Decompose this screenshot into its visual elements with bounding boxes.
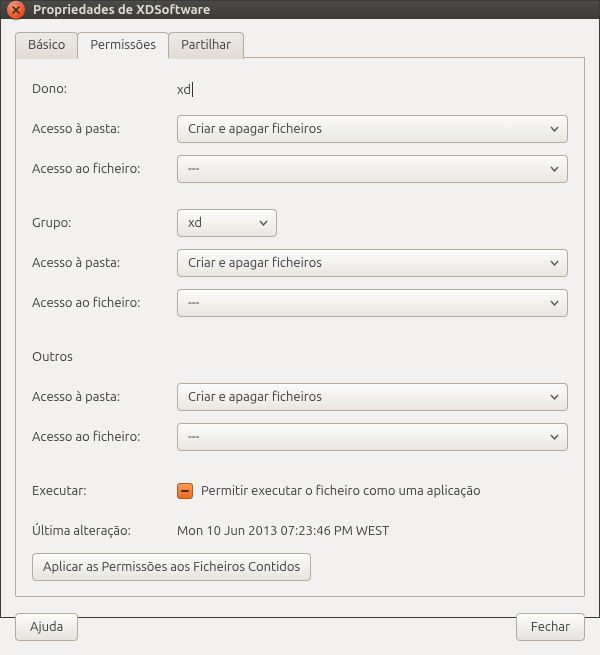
others-folder-access-value: Criar e apagar ficheiros	[188, 390, 322, 404]
last-change-value: Mon 10 Jun 2013 07:23:46 PM WEST	[177, 524, 389, 538]
close-icon[interactable]	[7, 1, 25, 19]
group-label: Grupo:	[32, 216, 177, 230]
group-value: xd	[188, 216, 202, 230]
group-folder-access-label: Acesso à pasta:	[32, 256, 177, 270]
group-file-access-value: ---	[188, 296, 199, 310]
chevron-down-icon	[256, 220, 270, 226]
close-button[interactable]: Fechar	[516, 613, 585, 641]
owner-file-access-label: Acesso ao ficheiro:	[32, 162, 177, 176]
others-file-access-combo[interactable]: ---	[177, 423, 568, 451]
properties-window: Propriedades de XDSoftware Básico Permis…	[0, 0, 600, 618]
permissions-panel: Dono: xd Acesso à pasta: Criar e apagar …	[15, 58, 585, 597]
owner-file-access-value: ---	[188, 162, 199, 176]
execute-label: Executar:	[32, 484, 177, 498]
group-file-access-combo[interactable]: ---	[177, 289, 568, 317]
execute-description: Permitir executar o ficheiro como uma ap…	[201, 484, 481, 498]
owner-label: Dono:	[32, 82, 177, 96]
owner-value[interactable]: xd	[177, 82, 193, 97]
tab-basic[interactable]: Básico	[15, 32, 78, 59]
chevron-down-icon	[547, 260, 561, 266]
text-cursor	[192, 82, 193, 97]
tabs: Básico Permissões Partilhar	[15, 31, 585, 58]
help-button[interactable]: Ajuda	[15, 613, 78, 641]
content-area: Básico Permissões Partilhar Dono: xd Ace…	[1, 19, 599, 655]
window-title: Propriedades de XDSoftware	[33, 3, 210, 17]
dialog-footer: Ajuda Fechar	[15, 597, 585, 641]
group-file-access-label: Acesso ao ficheiro:	[32, 296, 177, 310]
tab-share[interactable]: Partilhar	[168, 32, 244, 59]
apply-permissions-button[interactable]: Aplicar as Permissões aos Ficheiros Cont…	[32, 553, 311, 581]
owner-folder-access-label: Acesso à pasta:	[32, 122, 177, 136]
owner-file-access-combo[interactable]: ---	[177, 155, 568, 183]
chevron-down-icon	[547, 394, 561, 400]
group-folder-access-value: Criar e apagar ficheiros	[188, 256, 322, 270]
chevron-down-icon	[547, 434, 561, 440]
others-folder-access-combo[interactable]: Criar e apagar ficheiros	[177, 383, 568, 411]
chevron-down-icon	[547, 166, 561, 172]
last-change-label: Última alteração:	[32, 524, 177, 538]
chevron-down-icon	[547, 126, 561, 132]
tab-permissions[interactable]: Permissões	[77, 32, 169, 59]
execute-checkbox[interactable]	[177, 483, 193, 499]
others-label: Outros	[32, 350, 177, 364]
owner-folder-access-combo[interactable]: Criar e apagar ficheiros	[177, 115, 568, 143]
others-folder-access-label: Acesso à pasta:	[32, 390, 177, 404]
owner-folder-access-value: Criar e apagar ficheiros	[188, 122, 322, 136]
group-folder-access-combo[interactable]: Criar e apagar ficheiros	[177, 249, 568, 277]
group-combo[interactable]: xd	[177, 209, 277, 237]
others-file-access-label: Acesso ao ficheiro:	[32, 430, 177, 444]
chevron-down-icon	[547, 300, 561, 306]
titlebar: Propriedades de XDSoftware	[1, 1, 599, 19]
others-file-access-value: ---	[188, 430, 199, 444]
minus-icon	[181, 490, 189, 492]
owner-text: xd	[177, 83, 191, 97]
